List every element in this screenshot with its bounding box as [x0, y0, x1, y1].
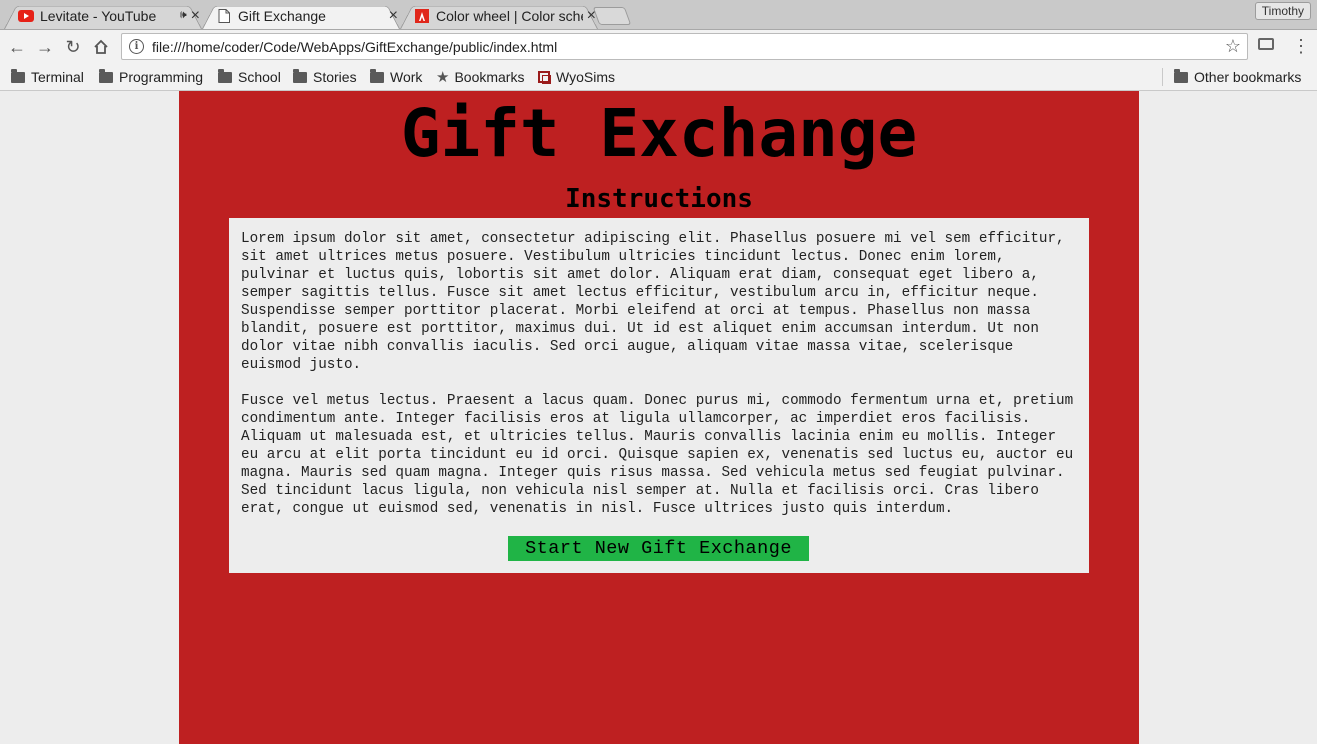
- folder-icon: [99, 68, 113, 83]
- bookmark-star-icon[interactable]: ☆: [1225, 36, 1241, 57]
- close-tab-icon[interactable]: ×: [389, 7, 398, 25]
- youtube-icon: [18, 8, 34, 24]
- wyosims-icon: [538, 71, 551, 84]
- address-bar[interactable]: i file:///home/coder/Code/WebApps/GiftEx…: [121, 33, 1248, 60]
- page-title: Gift Exchange: [400, 95, 918, 172]
- tab-title: Levitate - YouTube: [40, 7, 157, 24]
- bookmark-folder-other[interactable]: Other bookmarks: [1174, 67, 1301, 87]
- profile-button[interactable]: Timothy: [1254, 2, 1311, 20]
- folder-icon: [11, 68, 25, 83]
- tab-title: Gift Exchange: [238, 7, 326, 24]
- tab-youtube[interactable]: Levitate - YouTube 🕪 ×: [0, 2, 206, 29]
- start-gift-exchange-button[interactable]: Start New Gift Exchange: [508, 536, 809, 561]
- folder-icon: [293, 68, 307, 83]
- close-tab-icon[interactable]: ×: [191, 7, 200, 25]
- bookmark-folder-programming[interactable]: Programming: [99, 67, 203, 87]
- bookmark-label: Other bookmarks: [1194, 69, 1302, 85]
- folder-icon: [218, 68, 232, 83]
- forward-arrow-icon[interactable]: →: [34, 36, 56, 58]
- cast-icon[interactable]: [1258, 38, 1274, 50]
- bookmark-label: Stories: [313, 69, 357, 85]
- audio-playing-icon[interactable]: 🕪: [180, 9, 187, 22]
- adobe-icon: [414, 8, 430, 24]
- instructions-paragraph: Fusce vel metus lectus. Praesent a lacus…: [241, 393, 1074, 517]
- instructions-panel: Lorem ipsum dolor sit amet, consectetur …: [229, 218, 1089, 573]
- page-icon: [216, 8, 232, 24]
- star-icon: ★: [436, 69, 450, 86]
- info-icon[interactable]: i: [129, 39, 144, 54]
- home-icon[interactable]: [90, 36, 112, 58]
- bookmarks-bar: Terminal Programming School Stories Work…: [0, 64, 1317, 91]
- bookmark-label: Work: [390, 69, 423, 85]
- bookmark-label: School: [238, 69, 281, 85]
- bookmark-folder-school[interactable]: School: [218, 67, 281, 87]
- tab-gift-exchange[interactable]: Gift Exchange ×: [198, 2, 404, 29]
- new-tab-button[interactable]: [592, 7, 632, 25]
- back-arrow-icon[interactable]: ←: [6, 36, 28, 58]
- bookmark-label: WyoSims: [556, 69, 615, 85]
- bookmark-label: Bookmarks: [454, 69, 525, 85]
- bookmark-folder-work[interactable]: Work: [370, 67, 422, 87]
- bookmark-wyosims[interactable]: WyoSims: [538, 67, 615, 87]
- bookmark-folder-terminal[interactable]: Terminal: [11, 67, 84, 87]
- menu-kebab-icon[interactable]: ⋮: [1292, 36, 1310, 57]
- bookmarks-divider: [1162, 68, 1163, 86]
- bookmark-bookmarks[interactable]: ★ Bookmarks: [436, 67, 524, 87]
- url-text: file:///home/coder/Code/WebApps/GiftExch…: [152, 38, 558, 55]
- tab-color-wheel[interactable]: Color wheel | Color schemes ×: [396, 2, 602, 29]
- tab-strip: Levitate - YouTube 🕪 × Gift Exchange × C…: [0, 0, 1317, 30]
- folder-icon: [370, 68, 384, 83]
- bookmark-folder-stories[interactable]: Stories: [293, 67, 357, 87]
- bookmark-label: Terminal: [31, 69, 84, 85]
- browser-toolbar: ← → ↻ i file:///home/coder/Code/WebApps/…: [0, 30, 1317, 64]
- instructions-paragraph: Lorem ipsum dolor sit amet, consectetur …: [241, 231, 1065, 373]
- reload-icon[interactable]: ↻: [62, 36, 84, 58]
- folder-icon: [1174, 68, 1188, 83]
- tab-title: Color wheel | Color schemes: [436, 7, 583, 24]
- bookmark-label: Programming: [119, 69, 204, 85]
- instructions-heading: Instructions: [565, 184, 753, 214]
- close-tab-icon[interactable]: ×: [587, 7, 596, 25]
- page-content: Gift Exchange Instructions Lorem ipsum d…: [179, 91, 1139, 744]
